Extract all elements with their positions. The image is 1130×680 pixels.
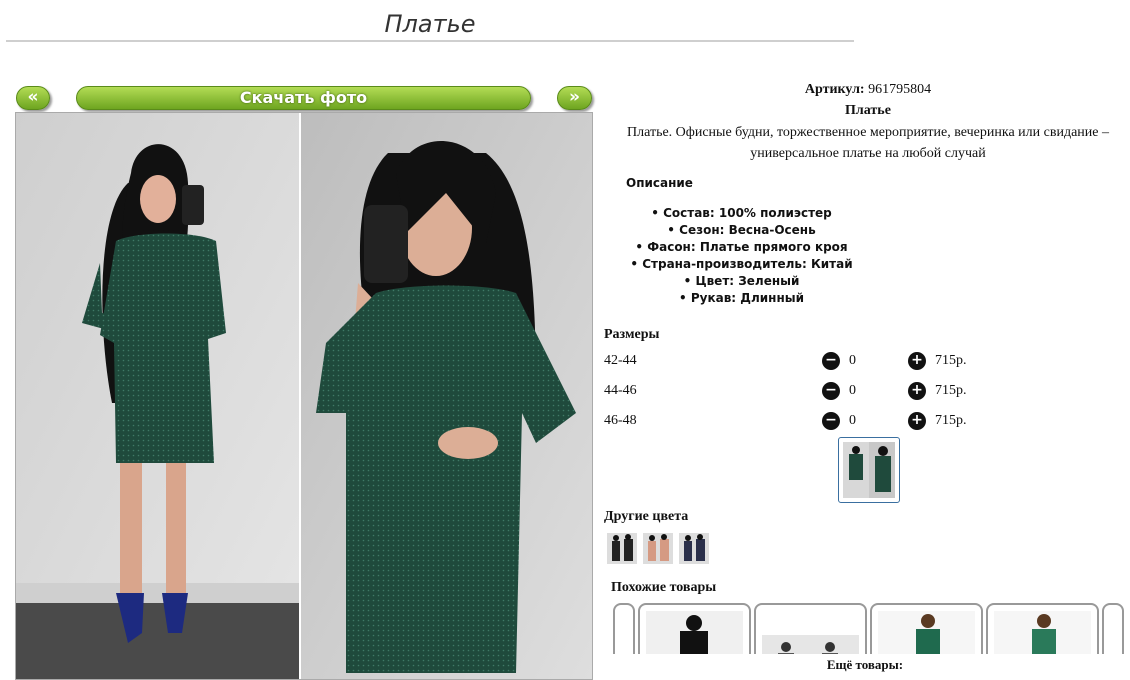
size-label: 44-46 [604, 383, 637, 398]
qty-value: 0 [849, 353, 856, 368]
decrease-qty-icon[interactable]: − [822, 352, 840, 370]
increase-qty-icon[interactable]: + [908, 352, 926, 370]
page-title: Платье [6, 8, 854, 42]
size-price: 715р. [935, 353, 967, 368]
more-products-title: Ещё товары: [826, 657, 904, 672]
increase-qty-icon[interactable]: + [908, 382, 926, 400]
size-row: 46-48 − 0 + 715р. [604, 412, 1124, 435]
property-item: Цвет: Зеленый [600, 273, 883, 290]
more-products-bar: Ещё товары: [600, 654, 1130, 680]
description-heading: Описание [626, 176, 693, 190]
decrease-qty-icon[interactable]: − [822, 382, 840, 400]
color-variant-thumbnail[interactable] [607, 533, 637, 564]
product-name: Платье [845, 103, 891, 118]
properties-list: Состав: 100% полиэстер Сезон: Весна-Осен… [600, 205, 883, 307]
size-label: 42-44 [604, 353, 637, 368]
size-price: 715р. [935, 383, 967, 398]
property-item: Фасон: Платье прямого кроя [600, 239, 883, 256]
sizes-heading: Размеры [604, 327, 660, 342]
qty-value: 0 [849, 413, 856, 428]
next-photo-button[interactable]: » [557, 86, 592, 110]
color-variant-thumbnail[interactable] [643, 533, 673, 564]
product-description: Платье. Офисные будни, торжественное мер… [627, 125, 1109, 161]
similar-products-heading: Похожие товары [611, 580, 717, 595]
photo-thumbnail[interactable] [838, 437, 900, 503]
download-photo-button[interactable]: Скачать фото [76, 86, 531, 110]
size-price: 715р. [935, 413, 967, 428]
qty-value: 0 [849, 383, 856, 398]
size-label: 46-48 [604, 413, 637, 428]
increase-qty-icon[interactable]: + [908, 412, 926, 430]
color-variant-thumbnail[interactable] [679, 533, 709, 564]
decrease-qty-icon[interactable]: − [822, 412, 840, 430]
product-photo [15, 112, 593, 680]
property-item: Сезон: Весна-Осень [600, 222, 883, 239]
property-item: Состав: 100% полиэстер [600, 205, 883, 222]
size-row: 44-46 − 0 + 715р. [604, 382, 1124, 405]
property-item: Рукав: Длинный [600, 290, 883, 307]
prev-photo-button[interactable]: « [16, 86, 50, 110]
size-row: 42-44 − 0 + 715р. [604, 352, 1124, 375]
article-label: Артикул: [804, 82, 865, 97]
other-colors-heading: Другие цвета [604, 509, 689, 524]
property-item: Страна-производитель: Китай [600, 256, 883, 273]
article-value: 961795804 [868, 82, 932, 97]
